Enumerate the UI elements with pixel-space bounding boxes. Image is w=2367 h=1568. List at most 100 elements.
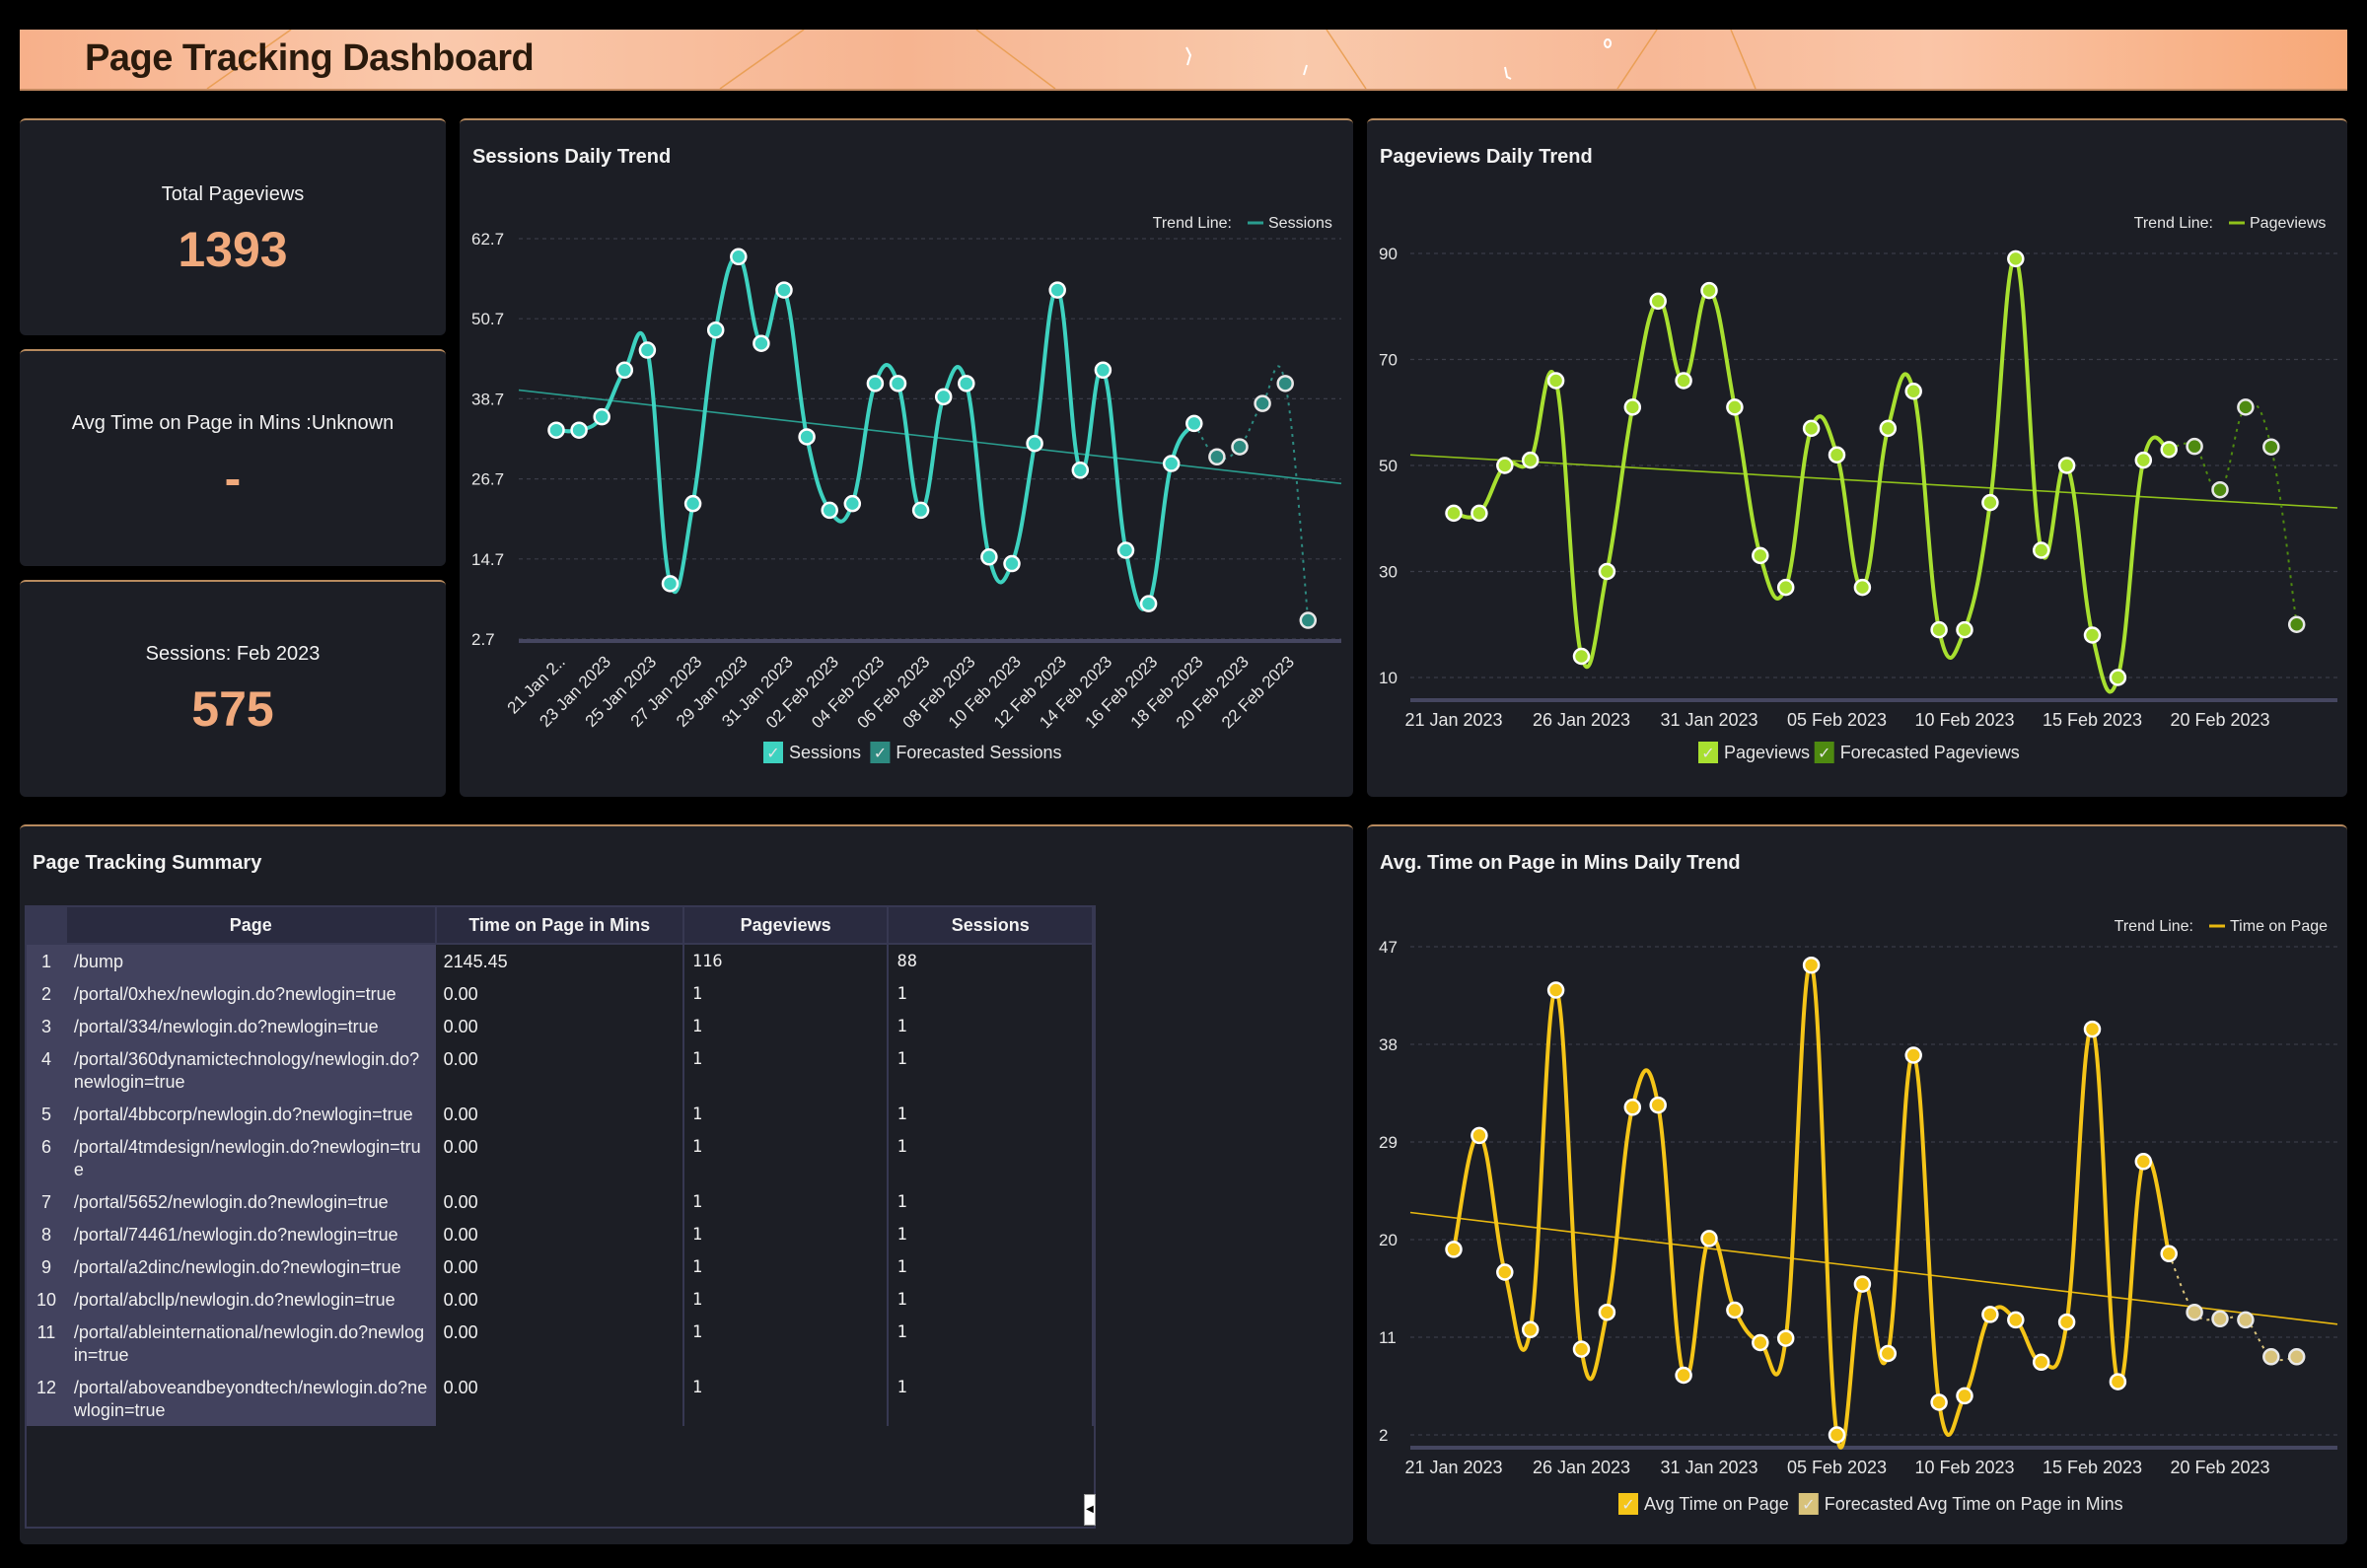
data-point[interactable] (2160, 1245, 2178, 1263)
data-point[interactable] (2032, 541, 2050, 559)
data-point[interactable] (1930, 1393, 1948, 1411)
data-point[interactable] (1496, 1263, 1514, 1281)
table-row[interactable]: 7/portal/5652/newlogin.do?newlogin=true 0… (27, 1185, 1094, 1218)
data-point[interactable] (1981, 493, 1999, 512)
data-point[interactable] (1026, 434, 1043, 453)
data-point[interactable] (1828, 1426, 1846, 1444)
data-point[interactable] (958, 375, 975, 392)
data-point[interactable] (593, 407, 610, 426)
legend-item[interactable]: ✓ Forecasted Pageviews (1814, 742, 2020, 763)
forecast-data-point[interactable] (1231, 438, 1249, 456)
forecast-data-point[interactable] (2262, 1348, 2280, 1366)
data-point[interactable] (980, 548, 998, 566)
data-point[interactable] (753, 334, 770, 352)
data-point[interactable] (2057, 1313, 2076, 1331)
data-point[interactable] (1572, 1340, 1591, 1358)
data-point[interactable] (1048, 281, 1066, 299)
data-point[interactable] (1094, 361, 1112, 380)
data-point[interactable] (1700, 1230, 1718, 1247)
column-header-pageviews[interactable]: Pageviews (682, 907, 890, 945)
data-point[interactable] (730, 248, 748, 266)
data-point[interactable] (798, 428, 816, 446)
data-point[interactable] (1802, 419, 1821, 438)
data-point[interactable] (1116, 541, 1135, 559)
data-point[interactable] (1649, 1096, 1667, 1114)
data-point[interactable] (1185, 414, 1203, 433)
data-point[interactable] (1445, 1241, 1463, 1258)
data-point[interactable] (1726, 398, 1744, 416)
data-point[interactable] (1623, 398, 1642, 416)
table-row[interactable]: 3/portal/334/newlogin.do?newlogin=true 0.… (27, 1010, 1094, 1042)
forecast-data-point[interactable] (2262, 438, 2280, 456)
data-point[interactable] (934, 388, 953, 406)
data-point[interactable] (1956, 620, 1973, 639)
data-point[interactable] (1546, 981, 1565, 999)
data-point[interactable] (1675, 372, 1692, 390)
data-point[interactable] (2109, 1373, 2127, 1390)
data-point[interactable] (1521, 451, 1540, 469)
table-row[interactable]: 5/portal/4bbcorp/newlogin.do?newlogin=tr… (27, 1098, 1094, 1130)
table-row[interactable]: 6/portal/4tmdesign/newlogin.do?newlogin=… (27, 1130, 1094, 1185)
data-point[interactable] (2083, 626, 2102, 644)
data-point[interactable] (1828, 446, 1846, 463)
data-point[interactable] (1879, 419, 1898, 438)
data-point[interactable] (1003, 554, 1021, 573)
data-point[interactable] (661, 575, 680, 593)
data-point[interactable] (866, 375, 885, 392)
data-point[interactable] (775, 281, 793, 299)
data-point[interactable] (1598, 1303, 1616, 1321)
table-row[interactable]: 11/portal/ableinternational/newlogin.do?… (27, 1316, 1094, 1371)
table-row[interactable]: 4/portal/360dynamictechnology/newlogin.d… (27, 1042, 1094, 1098)
data-point[interactable] (1623, 1099, 1642, 1116)
data-point[interactable] (1598, 562, 1616, 581)
data-point[interactable] (1649, 292, 1667, 311)
data-point[interactable] (1139, 595, 1158, 612)
data-point[interactable] (1752, 546, 1769, 565)
data-point[interactable] (1752, 1333, 1769, 1352)
legend-item[interactable]: ✓ Forecasted Avg Time on Page in Mins (1798, 1493, 2123, 1515)
forecast-data-point[interactable] (1208, 448, 1226, 466)
table-row[interactable]: 1/bump 2145.45 116 88 (27, 944, 1094, 977)
data-point[interactable] (1776, 578, 1795, 597)
column-header-sessions[interactable]: Sessions (888, 907, 1094, 945)
table-row[interactable]: 9/portal/a2dinc/newlogin.do?newlogin=tru… (27, 1250, 1094, 1283)
forecast-data-point[interactable] (2237, 398, 2255, 416)
data-point[interactable] (889, 375, 907, 392)
data-point[interactable] (683, 494, 702, 513)
forecast-data-point[interactable] (2211, 480, 2229, 499)
data-point[interactable] (2007, 1311, 2025, 1329)
data-point[interactable] (1930, 620, 1948, 639)
data-point[interactable] (570, 421, 588, 439)
forecast-data-point[interactable] (2287, 615, 2306, 633)
forecast-data-point[interactable] (2287, 1348, 2306, 1366)
data-point[interactable] (1904, 1046, 1922, 1064)
legend-item[interactable]: ✓ Forecasted Sessions (870, 742, 1061, 763)
data-point[interactable] (1853, 578, 1872, 597)
forecast-data-point[interactable] (1299, 611, 1318, 629)
data-point[interactable] (2134, 451, 2153, 469)
data-point[interactable] (638, 341, 657, 359)
data-point[interactable] (2083, 1020, 2102, 1038)
table-scroll-left-button[interactable]: ◀ (1084, 1494, 1096, 1526)
data-point[interactable] (2109, 669, 2127, 686)
data-point[interactable] (1879, 1344, 1898, 1363)
data-point[interactable] (1470, 1126, 1488, 1145)
legend-item[interactable]: ✓ Avg Time on Page (1618, 1493, 1789, 1515)
data-point[interactable] (1470, 504, 1488, 523)
legend-item[interactable]: ✓ Sessions (763, 742, 861, 763)
data-point[interactable] (1904, 383, 1922, 400)
data-point[interactable] (1981, 1306, 1999, 1323)
data-point[interactable] (911, 501, 930, 520)
data-point[interactable] (1700, 281, 1718, 300)
column-header-time[interactable]: Time on Page in Mins (435, 907, 684, 945)
table-row[interactable]: 2/portal/0xhex/newlogin.do?newlogin=true… (27, 977, 1094, 1010)
data-point[interactable] (1853, 1275, 1872, 1293)
data-point[interactable] (1802, 956, 1821, 974)
forecast-data-point[interactable] (2186, 1303, 2203, 1321)
summary-table-viewport[interactable]: Page Time on Page in Mins Pageviews Sess… (25, 905, 1096, 1529)
data-point[interactable] (1675, 1366, 1692, 1385)
data-point[interactable] (1776, 1329, 1795, 1347)
forecast-data-point[interactable] (2211, 1310, 2229, 1328)
data-point[interactable] (1445, 504, 1463, 523)
data-point[interactable] (706, 321, 725, 339)
